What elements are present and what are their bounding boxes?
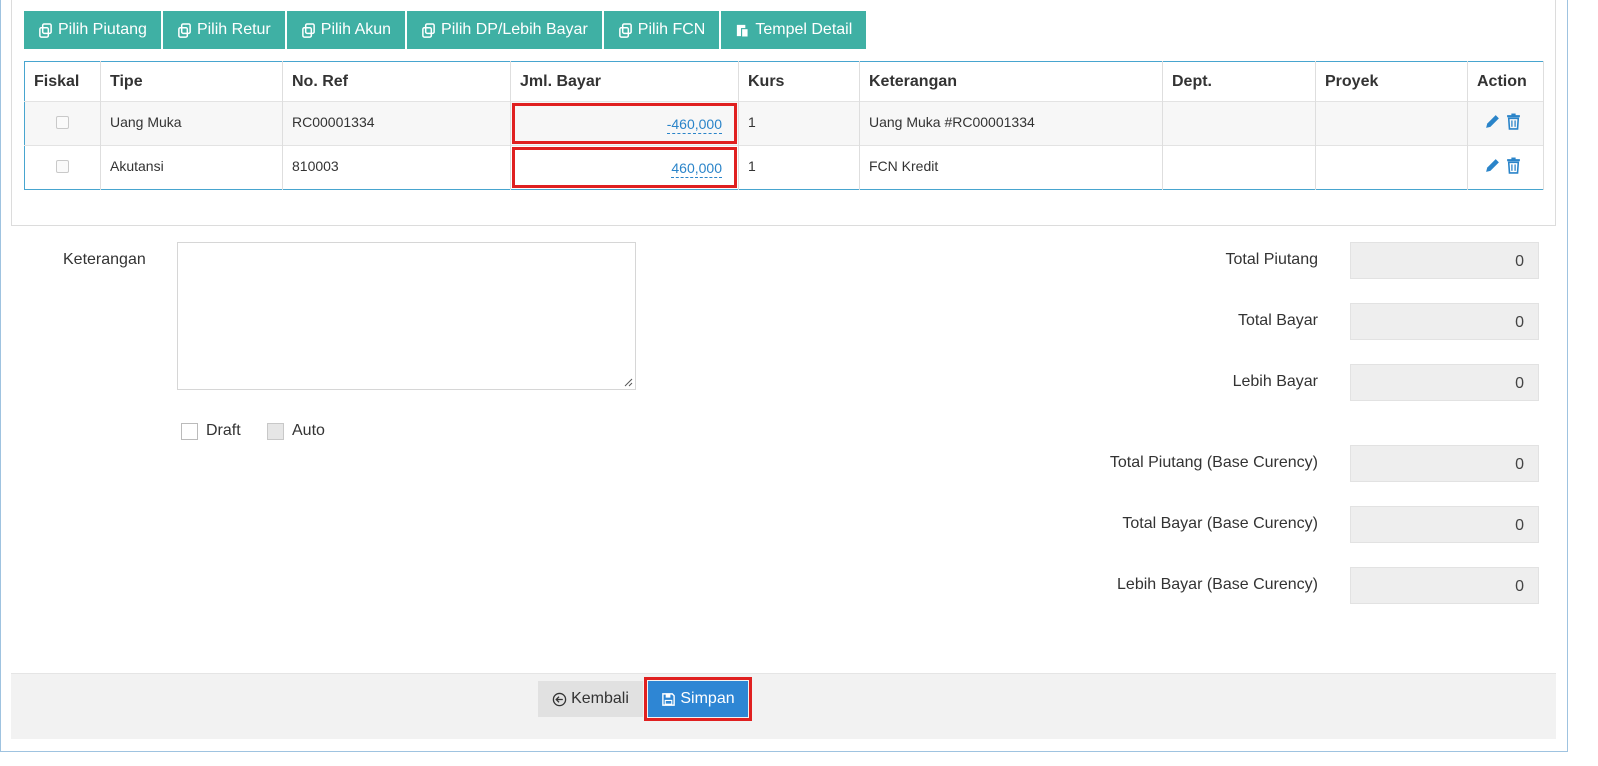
header-no-ref: No. Ref (282, 61, 511, 102)
copy-icon (178, 22, 191, 38)
total-piutang-base-label: Total Piutang (Base Curency) (1109, 454, 1318, 471)
lebih-bayar-base-label: Lebih Bayar (Base Curency) (1117, 576, 1318, 593)
lebih-bayar-field: 0 (1350, 364, 1539, 401)
copy-icon (301, 22, 315, 38)
proyek-cell (1315, 145, 1468, 190)
no-ref-cell: RC00001334 (282, 101, 511, 146)
tempel-detail-button[interactable]: Tempel Detail (721, 11, 867, 49)
fiskal-checkbox[interactable] (56, 160, 69, 173)
simpan-highlight: Simpan (644, 677, 752, 721)
pilih-piutang-button[interactable]: Pilih Piutang (24, 11, 161, 49)
pilih-piutang-label: Pilih Piutang (58, 21, 147, 38)
fiskal-checkbox[interactable] (56, 116, 69, 129)
jml-bayar-editable[interactable]: 460,000 (671, 160, 722, 178)
kembali-button[interactable]: Kembali (538, 681, 643, 717)
header-action: Action (1467, 61, 1544, 102)
fiskal-cell (24, 101, 101, 146)
total-bayar-base-label: Total Bayar (Base Curency) (1122, 515, 1318, 532)
total-bayar-label: Total Bayar (1237, 312, 1318, 329)
lebih-bayar-label: Lebih Bayar (1232, 373, 1318, 390)
dept-cell (1162, 145, 1316, 190)
no-ref-cell: 810003 (282, 145, 511, 190)
jml-bayar-cell: -460,000 (510, 101, 739, 146)
edit-pencil-icon[interactable] (1484, 113, 1501, 130)
keterangan-label: Keterangan (63, 251, 146, 268)
paste-icon (737, 24, 750, 38)
proyek-cell (1315, 101, 1468, 146)
kembali-label: Kembali (571, 690, 629, 707)
dept-cell (1162, 101, 1316, 146)
total-piutang-field: 0 (1350, 242, 1539, 279)
header-dept: Dept. (1162, 61, 1316, 102)
total-piutang-base-field: 0 (1350, 445, 1539, 482)
kurs-cell: 1 (738, 145, 860, 190)
toolbar: Pilih Piutang Pilih Retur Pilih Akun Pil… (24, 11, 867, 49)
arrow-left-circle-icon (552, 692, 567, 706)
total-bayar-field: 0 (1350, 303, 1539, 340)
trash-icon[interactable] (1505, 157, 1522, 174)
action-cell (1467, 101, 1544, 146)
fiskal-cell (24, 145, 101, 190)
kurs-cell: 1 (738, 101, 860, 146)
draft-option[interactable]: Draft (181, 422, 241, 440)
pilih-dp-lebih-bayar-button[interactable]: Pilih DP/Lebih Bayar (407, 11, 602, 49)
header-jml-bayar: Jml. Bayar (510, 61, 739, 102)
simpan-button[interactable]: Simpan (648, 681, 748, 717)
action-cell (1467, 145, 1544, 190)
pilih-retur-label: Pilih Retur (196, 21, 271, 38)
edit-pencil-icon[interactable] (1484, 157, 1501, 174)
pilih-akun-button[interactable]: Pilih Akun (286, 11, 406, 49)
simpan-label: Simpan (680, 690, 735, 707)
pilih-retur-button[interactable]: Pilih Retur (162, 11, 285, 49)
pilih-fcn-label: Pilih FCN (637, 21, 706, 38)
copy-icon (422, 22, 435, 38)
floppy-disk-icon (662, 692, 676, 706)
keterangan-textarea[interactable] (177, 242, 636, 390)
total-piutang-label: Total Piutang (1225, 251, 1318, 268)
keterangan-cell: Uang Muka #RC00001334 (859, 101, 1163, 146)
auto-label: Auto (292, 422, 325, 439)
table-row: Akutansi 810003 460,000 1 FCN Kredit (24, 145, 1544, 190)
pilih-dp-lebih-bayar-label: Pilih DP/Lebih Bayar (441, 21, 588, 38)
pilih-akun-label: Pilih Akun (320, 21, 392, 38)
header-fiskal: Fiskal (24, 61, 101, 102)
tempel-detail-label: Tempel Detail (755, 21, 853, 38)
copy-icon (39, 22, 52, 38)
auto-option: Auto (267, 422, 325, 440)
tipe-cell: Akutansi (100, 145, 283, 190)
header-kurs: Kurs (738, 61, 860, 102)
resize-grip-icon[interactable] (624, 378, 633, 387)
header-tipe: Tipe (100, 61, 283, 102)
lebih-bayar-base-field: 0 (1350, 567, 1539, 604)
draft-label: Draft (206, 422, 241, 439)
table-row: Uang Muka RC00001334 -460,000 1 Uang Muk… (24, 101, 1544, 146)
trash-icon[interactable] (1505, 113, 1522, 130)
tipe-cell: Uang Muka (100, 101, 283, 146)
header-keterangan: Keterangan (859, 61, 1163, 102)
auto-checkbox (267, 422, 284, 440)
header-proyek: Proyek (1315, 61, 1468, 102)
jml-bayar-highlight: 460,000 (512, 147, 737, 188)
jml-bayar-cell: 460,000 (510, 145, 739, 190)
total-bayar-base-field: 0 (1350, 506, 1539, 543)
jml-bayar-editable[interactable]: -460,000 (666, 116, 722, 134)
draft-checkbox[interactable] (181, 422, 198, 440)
jml-bayar-highlight: -460,000 (512, 103, 737, 144)
payment-detail-table: Fiskal Tipe No. Ref Jml. Bayar Kurs Kete… (24, 61, 1544, 190)
copy-icon (618, 22, 632, 38)
pilih-fcn-button[interactable]: Pilih FCN (603, 11, 720, 49)
form-footer (11, 673, 1556, 739)
keterangan-cell: FCN Kredit (859, 145, 1163, 190)
table-header-row: Fiskal Tipe No. Ref Jml. Bayar Kurs Kete… (24, 61, 1544, 102)
